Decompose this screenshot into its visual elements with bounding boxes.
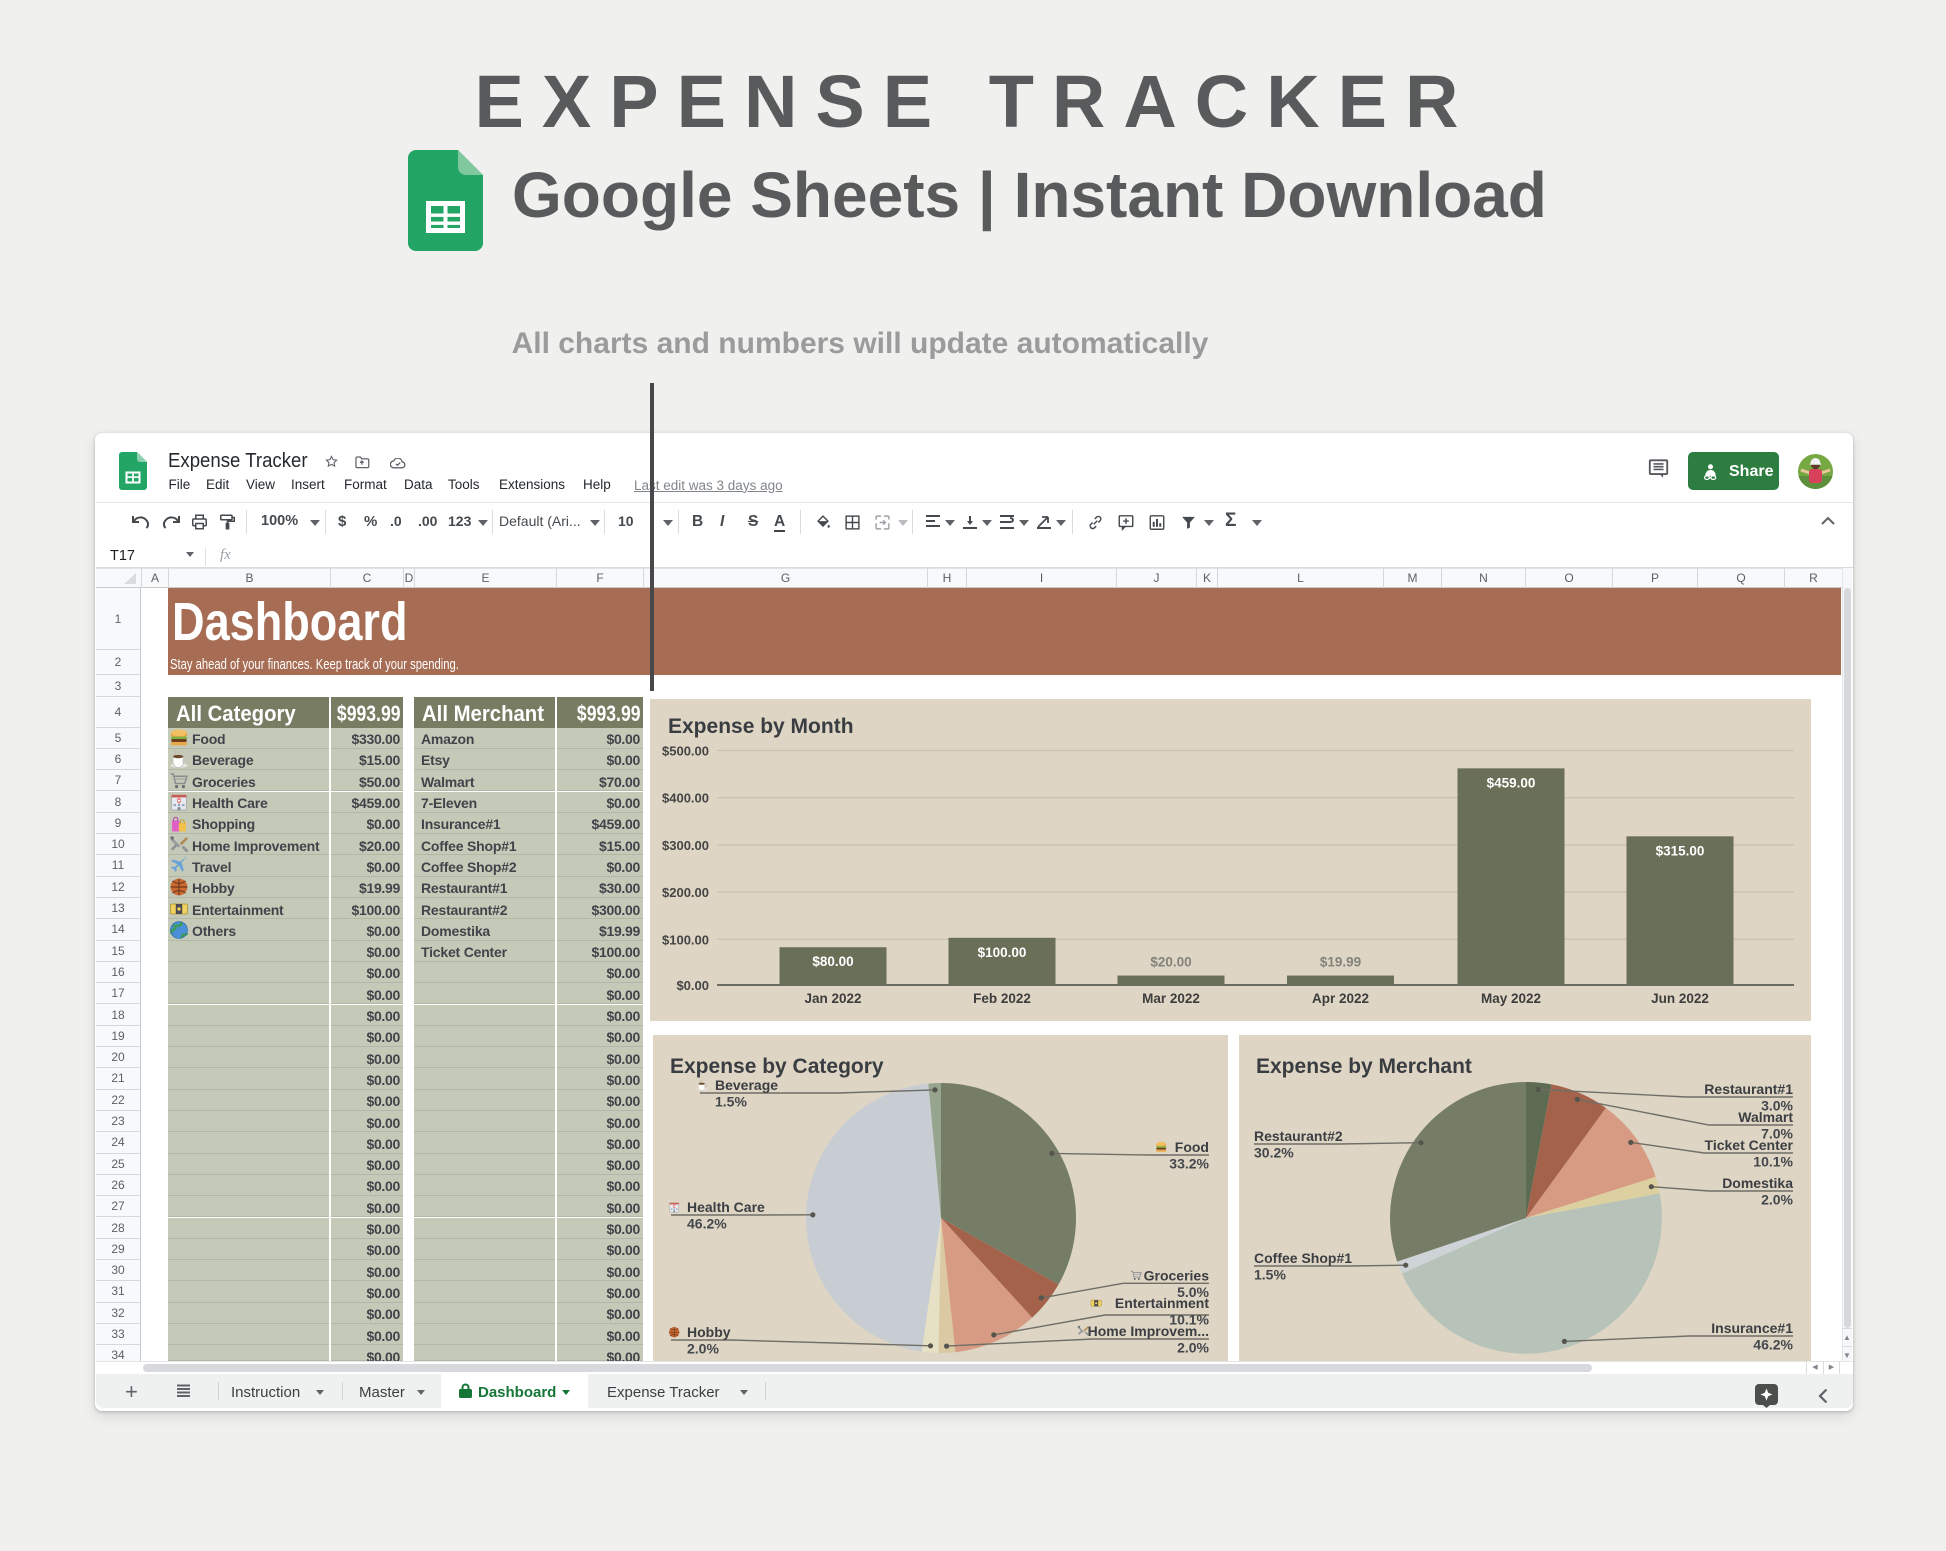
svg-text:$100.00: $100.00 — [662, 932, 709, 947]
svg-text:30.2%: 30.2% — [1254, 1145, 1294, 1161]
svg-text:46.2%: 46.2% — [1753, 1337, 1793, 1353]
svg-text:$19.99: $19.99 — [1320, 955, 1361, 970]
svg-text:$100.00: $100.00 — [978, 945, 1027, 960]
svg-text:Insurance#1: Insurance#1 — [1711, 1320, 1793, 1336]
svg-text:Domestika: Domestika — [1722, 1175, 1793, 1191]
svg-text:$500.00: $500.00 — [662, 744, 709, 759]
svg-text:10.1%: 10.1% — [1753, 1154, 1793, 1170]
svg-text:May 2022: May 2022 — [1481, 991, 1541, 1006]
svg-text:$200.00: $200.00 — [662, 885, 709, 900]
svg-text:Home Improvem...: Home Improvem... — [1088, 1323, 1209, 1339]
svg-text:$300.00: $300.00 — [662, 838, 709, 853]
svg-text:$315.00: $315.00 — [1656, 843, 1705, 858]
svg-text:Feb 2022: Feb 2022 — [973, 991, 1031, 1006]
svg-text:Jan 2022: Jan 2022 — [804, 991, 861, 1006]
svg-text:$459.00: $459.00 — [1487, 775, 1536, 790]
svg-text:2.0%: 2.0% — [687, 1341, 719, 1357]
svg-text:Health Care: Health Care — [687, 1199, 765, 1215]
svg-text:Expense by Month: Expense by Month — [668, 715, 854, 738]
svg-text:$20.00: $20.00 — [1150, 955, 1191, 970]
svg-text:Hobby: Hobby — [687, 1324, 731, 1340]
svg-text:1.5%: 1.5% — [715, 1094, 747, 1110]
svg-text:2.0%: 2.0% — [1177, 1340, 1209, 1356]
svg-text:Expense by Category: Expense by Category — [670, 1055, 884, 1078]
svg-text:Expense by Merchant: Expense by Merchant — [1256, 1055, 1472, 1078]
svg-text:Entertainment: Entertainment — [1115, 1295, 1209, 1311]
svg-text:Mar 2022: Mar 2022 — [1142, 991, 1200, 1006]
svg-text:Food: Food — [1175, 1139, 1209, 1155]
svg-text:1.5%: 1.5% — [1254, 1267, 1286, 1283]
svg-text:$0.00: $0.00 — [676, 978, 709, 993]
svg-text:Coffee Shop#1: Coffee Shop#1 — [1254, 1250, 1352, 1266]
svg-text:46.2%: 46.2% — [687, 1216, 727, 1232]
svg-text:Apr 2022: Apr 2022 — [1312, 991, 1369, 1006]
svg-text:Groceries: Groceries — [1144, 1267, 1210, 1283]
svg-text:33.2%: 33.2% — [1169, 1156, 1209, 1172]
svg-text:Jun 2022: Jun 2022 — [1651, 991, 1709, 1006]
svg-text:Beverage: Beverage — [715, 1077, 778, 1093]
svg-text:Walmart: Walmart — [1738, 1109, 1793, 1125]
svg-text:Restaurant#2: Restaurant#2 — [1254, 1128, 1343, 1144]
svg-text:$400.00: $400.00 — [662, 791, 709, 806]
svg-text:2.0%: 2.0% — [1761, 1192, 1793, 1208]
svg-text:Ticket Center: Ticket Center — [1705, 1137, 1794, 1153]
svg-text:$80.00: $80.00 — [812, 954, 853, 969]
svg-text:Restaurant#1: Restaurant#1 — [1704, 1081, 1793, 1097]
